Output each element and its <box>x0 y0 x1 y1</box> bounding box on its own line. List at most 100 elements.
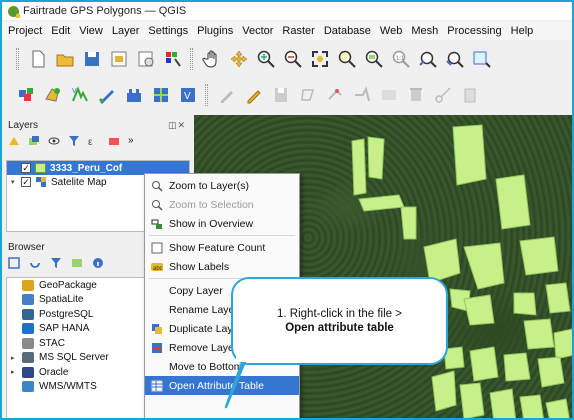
menu-database[interactable]: Database <box>324 25 371 37</box>
style-manager-icon[interactable] <box>163 49 183 69</box>
add-wms-layer-icon[interactable] <box>151 85 171 105</box>
svg-text:abc: abc <box>153 266 163 272</box>
new-print-layout-icon[interactable] <box>109 49 129 69</box>
add-group-icon[interactable] <box>28 135 40 147</box>
layer-visibility-checkbox[interactable]: ✓ <box>21 177 31 187</box>
farm-polygon[interactable] <box>537 356 565 388</box>
edit-pencil-icon[interactable] <box>244 85 264 105</box>
add-selected-layers-icon[interactable] <box>8 257 20 269</box>
zoom-full-icon[interactable] <box>310 49 330 69</box>
farm-polygon[interactable] <box>452 124 487 186</box>
toolbar-grip[interactable] <box>190 48 193 70</box>
farm-polygon[interactable] <box>367 136 385 180</box>
add-mesh-icon[interactable] <box>124 85 144 105</box>
farm-polygon[interactable] <box>553 328 574 360</box>
menu-item-show-feature-count[interactable]: Show Feature Count <box>145 238 299 257</box>
farm-polygon[interactable] <box>358 194 405 212</box>
add-virtual-layer-icon[interactable]: V <box>178 85 198 105</box>
save-project-icon[interactable] <box>82 49 102 69</box>
farm-polygon[interactable] <box>463 242 505 290</box>
paste-features-icon[interactable] <box>460 85 480 105</box>
open-project-icon[interactable] <box>55 49 75 69</box>
data-provider-icon <box>22 279 34 291</box>
menu-view[interactable]: View <box>79 25 103 37</box>
toolbar-grip[interactable] <box>16 48 19 70</box>
polygon-swatch-icon <box>35 163 46 173</box>
filter-expression-icon[interactable]: ε <box>88 135 100 148</box>
copy-features-icon[interactable] <box>433 85 453 105</box>
menu-raster[interactable]: Raster <box>282 25 314 37</box>
cut-features-icon[interactable] <box>406 85 426 105</box>
zoom-out-icon[interactable] <box>283 49 303 69</box>
menu-item-show-labels[interactable]: abc Show Labels <box>145 257 299 276</box>
menu-processing[interactable]: Processing <box>447 25 501 37</box>
expand-arrow-icon[interactable]: ▸ <box>11 354 17 362</box>
style-panel-icon[interactable] <box>8 135 20 147</box>
farm-polygon[interactable] <box>459 382 485 419</box>
menu-web[interactable]: Web <box>380 25 402 37</box>
delete-selected-icon[interactable] <box>379 85 399 105</box>
farm-polygon[interactable] <box>545 398 570 420</box>
filter-browser-icon[interactable] <box>50 257 62 269</box>
zoom-next-icon[interactable] <box>445 49 465 69</box>
expand-arrow-icon[interactable]: ▾ <box>11 178 17 186</box>
vertex-tool-icon[interactable] <box>325 85 345 105</box>
farm-polygon[interactable] <box>503 352 531 382</box>
zoom-in-icon[interactable] <box>256 49 276 69</box>
farm-polygon[interactable] <box>431 370 457 412</box>
refresh-icon[interactable] <box>29 257 41 269</box>
pan-hand-icon[interactable] <box>202 49 222 69</box>
collapse-all-icon[interactable] <box>71 257 83 269</box>
digitize-shape-icon[interactable] <box>352 85 372 105</box>
dock-buttons[interactable]: ◫✕ <box>168 120 186 131</box>
filter-legend-icon[interactable] <box>68 135 80 147</box>
remove-layer-icon[interactable] <box>108 135 120 147</box>
expand-arrow-icon[interactable]: ▸ <box>11 368 17 376</box>
menu-item-show-in-overview[interactable]: Show in Overview <box>145 214 299 233</box>
menu-help[interactable]: Help <box>511 25 534 37</box>
farm-polygon[interactable] <box>469 346 499 382</box>
farm-polygon[interactable] <box>463 294 495 326</box>
toggle-editing-icon[interactable] <box>217 85 237 105</box>
menu-vector[interactable]: Vector <box>242 25 273 37</box>
farm-polygon[interactable] <box>519 236 559 276</box>
zoom-to-layer-icon[interactable] <box>364 49 384 69</box>
menu-layer[interactable]: Layer <box>112 25 140 37</box>
farm-polygon[interactable] <box>495 174 531 230</box>
more-chevron-icon[interactable]: » <box>128 135 140 147</box>
menu-project[interactable]: Project <box>8 25 42 37</box>
new-project-icon[interactable] <box>28 49 48 69</box>
menu-settings[interactable]: Settings <box>148 25 188 37</box>
add-feature-icon[interactable] <box>298 85 318 105</box>
farm-polygon[interactable] <box>545 282 571 314</box>
properties-info-icon[interactable] <box>92 257 104 269</box>
menu-item-label: Zoom to Layer(s) <box>169 179 249 192</box>
toolbar-grip[interactable] <box>205 84 208 106</box>
manage-visibility-icon[interactable] <box>48 135 60 147</box>
save-edits-icon[interactable] <box>271 85 291 105</box>
new-map-view-icon[interactable] <box>472 49 492 69</box>
farm-polygon[interactable] <box>523 318 555 350</box>
data-provider-icon <box>22 294 34 306</box>
blank-icon <box>151 304 163 316</box>
data-source-manager-icon[interactable] <box>16 85 36 105</box>
menu-edit[interactable]: Edit <box>51 25 70 37</box>
zoom-native-icon[interactable]: 1:1 <box>391 49 411 69</box>
zoom-last-icon[interactable] <box>418 49 438 69</box>
menu-plugins[interactable]: Plugins <box>197 25 233 37</box>
new-layer-icon[interactable] <box>43 85 63 105</box>
pan-to-selection-icon[interactable] <box>229 49 249 69</box>
farm-polygon[interactable] <box>351 138 367 196</box>
farm-polygon[interactable] <box>489 388 517 420</box>
zoom-to-selection-icon[interactable] <box>337 49 357 69</box>
menu-item-label: Rename Layer <box>169 303 238 316</box>
farm-polygon[interactable] <box>513 292 537 316</box>
farm-polygon[interactable] <box>519 394 544 420</box>
layout-manager-icon[interactable] <box>136 49 156 69</box>
menu-item-zoom-to-layer-s[interactable]: Zoom to Layer(s) <box>145 176 299 195</box>
menu-mesh[interactable]: Mesh <box>411 25 438 37</box>
farm-polygon[interactable] <box>400 206 417 240</box>
layer-visibility-checkbox[interactable]: ✓ <box>21 163 31 173</box>
add-raster-layer-icon[interactable] <box>97 85 117 105</box>
add-vector-layer-icon[interactable]: V <box>70 85 90 105</box>
